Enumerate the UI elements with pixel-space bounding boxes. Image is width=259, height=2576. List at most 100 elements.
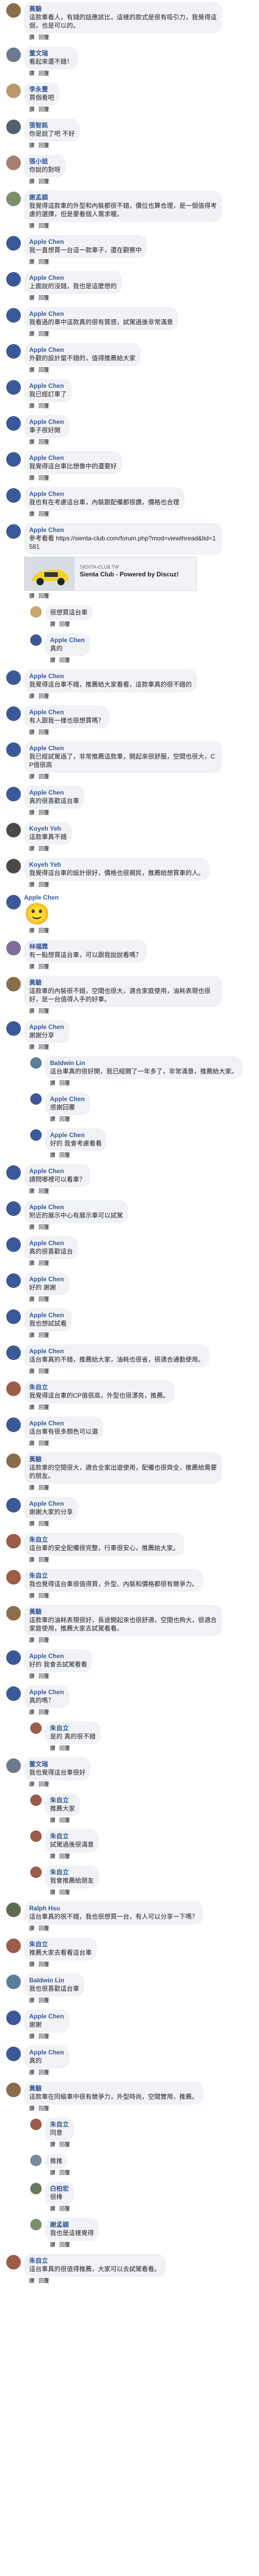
comment-author[interactable]: 謝孟穎 <box>50 2221 94 2229</box>
reply-button[interactable]: 回覆 <box>39 1045 49 1050</box>
like-button[interactable]: 讚 <box>29 71 34 77</box>
avatar[interactable] <box>6 120 21 134</box>
avatar[interactable] <box>6 272 21 287</box>
avatar[interactable] <box>6 2255 21 2270</box>
avatar[interactable] <box>30 634 42 646</box>
reply-button[interactable]: 回覆 <box>39 404 49 409</box>
comment-author[interactable]: Apple Chen <box>29 789 79 797</box>
avatar[interactable] <box>6 706 21 721</box>
reply-button[interactable]: 回覆 <box>39 71 49 77</box>
avatar[interactable] <box>6 488 21 503</box>
like-button[interactable]: 讚 <box>29 2070 34 2076</box>
comment-author[interactable]: Apple Chen <box>29 418 64 426</box>
like-button[interactable]: 讚 <box>50 2142 55 2148</box>
avatar[interactable] <box>6 452 21 467</box>
reply-button[interactable]: 回覆 <box>39 1441 49 1447</box>
reply-button[interactable]: 回覆 <box>39 2106 49 2112</box>
like-button[interactable]: 讚 <box>29 512 34 517</box>
comment-author[interactable]: 李永豐 <box>29 86 54 93</box>
like-button[interactable]: 讚 <box>50 2242 55 2248</box>
comment-author[interactable]: Apple Chen <box>29 1311 67 1319</box>
reply-button[interactable]: 回覆 <box>59 1117 70 1122</box>
reply-button[interactable]: 回覆 <box>39 332 49 337</box>
avatar[interactable] <box>6 1650 21 1665</box>
like-button[interactable]: 讚 <box>29 594 34 599</box>
comment-author[interactable]: Apple Chen <box>29 2049 64 2057</box>
reply-button[interactable]: 回覆 <box>39 1369 49 1375</box>
reply-button[interactable]: 回覆 <box>59 2142 70 2148</box>
avatar[interactable] <box>6 1454 21 1468</box>
reply-button[interactable]: 回覆 <box>39 2278 49 2284</box>
reply-button[interactable]: 回覆 <box>39 810 49 816</box>
avatar[interactable] <box>6 1273 21 1288</box>
reply-button[interactable]: 回覆 <box>39 179 49 185</box>
comment-author[interactable]: Apple Chen <box>29 745 217 752</box>
avatar[interactable] <box>6 524 21 539</box>
reply-button[interactable]: 回覆 <box>59 622 70 628</box>
avatar[interactable] <box>6 2047 21 2061</box>
like-button[interactable]: 讚 <box>29 1045 34 1050</box>
reply-button[interactable]: 回覆 <box>39 882 49 888</box>
comment-author[interactable]: 朱自立 <box>29 1536 179 1544</box>
like-button[interactable]: 讚 <box>29 1369 34 1375</box>
avatar[interactable] <box>6 895 21 909</box>
avatar[interactable] <box>6 1939 21 1953</box>
avatar[interactable] <box>6 941 21 955</box>
comment-author[interactable]: Apple Chen <box>29 274 117 282</box>
reply-button[interactable]: 回覆 <box>39 1782 49 1788</box>
reply-button[interactable]: 回覆 <box>39 846 49 852</box>
avatar[interactable] <box>6 1498 21 1512</box>
comment-author[interactable]: Baldwin Lin <box>29 1977 79 1984</box>
avatar[interactable] <box>30 606 42 618</box>
reply-button[interactable]: 回覆 <box>39 1009 49 1014</box>
avatar[interactable] <box>6 1570 21 1585</box>
reply-button[interactable]: 回覆 <box>39 1674 49 1680</box>
like-button[interactable]: 讚 <box>29 846 34 852</box>
reply-button[interactable]: 回覆 <box>39 1521 49 1527</box>
comment-author[interactable]: Apple Chen <box>50 1131 102 1139</box>
reply-button[interactable]: 回覆 <box>59 2206 70 2212</box>
comment-author[interactable]: Apple Chen <box>50 636 85 644</box>
reply-button[interactable]: 回覆 <box>59 1890 70 1896</box>
like-button[interactable]: 讚 <box>50 1854 55 1860</box>
avatar[interactable] <box>30 2119 42 2130</box>
avatar[interactable] <box>6 1201 21 1216</box>
comment-author[interactable]: 謝孟穎 <box>29 194 217 202</box>
comment-author[interactable]: Apple Chen <box>29 310 173 318</box>
avatar[interactable] <box>6 742 21 757</box>
like-button[interactable]: 讚 <box>29 730 34 736</box>
like-button[interactable]: 讚 <box>29 476 34 481</box>
like-button[interactable]: 讚 <box>29 1962 34 1968</box>
comment-author[interactable]: 朱自立 <box>29 1572 198 1580</box>
like-button[interactable]: 讚 <box>29 1782 34 1788</box>
comment-author[interactable]: Apple Chen <box>29 490 179 498</box>
avatar[interactable] <box>6 1165 21 1180</box>
like-button[interactable]: 讚 <box>29 1521 34 1527</box>
avatar[interactable] <box>30 1794 42 1806</box>
like-button[interactable]: 讚 <box>50 1818 55 1824</box>
reply-button[interactable]: 回覆 <box>39 1638 49 1644</box>
avatar[interactable] <box>30 1093 42 1105</box>
like-button[interactable]: 讚 <box>29 223 34 229</box>
avatar[interactable] <box>30 1129 42 1141</box>
like-button[interactable]: 讚 <box>29 1485 34 1491</box>
like-button[interactable]: 讚 <box>29 179 34 185</box>
comment-author[interactable]: 白柏宏 <box>50 2185 69 2193</box>
reply-button[interactable]: 回覆 <box>39 730 49 736</box>
comment-author[interactable]: Apple Chen <box>29 526 217 534</box>
comment-author[interactable]: 黃驗 <box>29 1608 217 1616</box>
comment-author[interactable]: 黃驗 <box>29 979 217 987</box>
comment-author[interactable]: Apple Chen <box>29 1203 123 1211</box>
like-button[interactable]: 讚 <box>29 964 34 970</box>
comment-author[interactable]: Apple Chen <box>29 454 117 462</box>
comment-author[interactable]: Apple Chen <box>29 708 104 716</box>
avatar[interactable] <box>30 1830 42 1842</box>
like-button[interactable]: 讚 <box>29 332 34 337</box>
comment-author[interactable]: Ralph Hsu <box>29 1905 198 1912</box>
comment-author[interactable]: 黃驗 <box>29 1456 217 1463</box>
avatar[interactable] <box>6 787 21 801</box>
reply-button[interactable]: 回覆 <box>39 223 49 229</box>
reply-button[interactable]: 回覆 <box>39 1926 49 1932</box>
comment-author[interactable]: Apple Chen <box>29 1688 64 1696</box>
avatar[interactable] <box>6 3 21 18</box>
